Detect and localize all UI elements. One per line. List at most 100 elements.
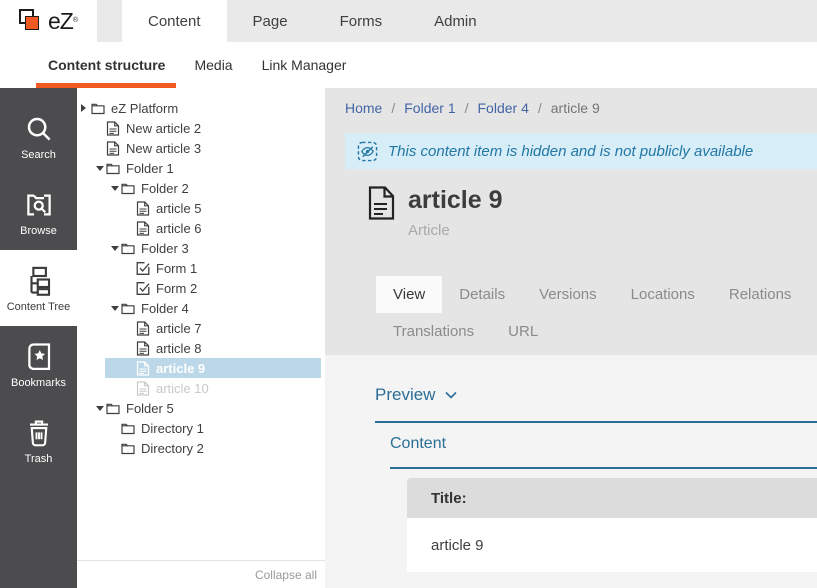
tree-item-label: eZ Platform [111, 101, 178, 116]
top-tab-admin[interactable]: Admin [408, 0, 503, 42]
folder-icon [121, 420, 136, 436]
tree-item-folder-3[interactable]: Folder 3 [77, 238, 325, 258]
tree-item-article-7[interactable]: article 7 [77, 318, 325, 338]
caret-expanded-icon[interactable] [111, 306, 120, 311]
caret-expanded-icon[interactable] [96, 406, 105, 411]
tree-item-label: Form 1 [156, 261, 197, 276]
top-tab-forms[interactable]: Forms [314, 0, 409, 42]
tree-item-label: Directory 1 [141, 421, 204, 436]
folder-icon [121, 240, 136, 256]
bookmarks-icon [22, 340, 56, 374]
caret-expanded-icon[interactable] [111, 186, 120, 191]
sub-nav: Content structure Media Link Manager [0, 42, 817, 88]
subnav-tab-media[interactable]: Media [194, 42, 232, 88]
ez-logo-text: eZ [48, 8, 73, 35]
tab-details[interactable]: Details [442, 276, 522, 313]
tree-item-label: article 5 [156, 201, 202, 216]
article-icon [136, 200, 151, 216]
content-tree-panel: eZ Platform New article 2 New article 3 Fol… [77, 88, 325, 588]
breadcrumb-separator: / [538, 100, 542, 116]
tree-item-directory-1[interactable]: Directory 1 [77, 418, 325, 438]
sidebar-item-label: Search [21, 149, 56, 161]
tree-item-label: New article 2 [126, 121, 201, 136]
tree-item-directory-2[interactable]: Directory 2 [77, 438, 325, 458]
tree-item-form-2[interactable]: Form 2 [77, 278, 325, 298]
tree-item-label: article 9 [156, 361, 205, 376]
field-table: Title:article 9 [407, 478, 817, 572]
tree-item-label: Folder 4 [141, 301, 189, 316]
breadcrumb-folder-4[interactable]: Folder 4 [478, 100, 529, 116]
tree-item-label: Form 2 [156, 281, 197, 296]
folder-icon [121, 180, 136, 196]
tree-item-label: article 7 [156, 321, 202, 336]
preview-collapsible-header[interactable]: Preview [375, 385, 457, 405]
tree-item-article-6[interactable]: article 6 [77, 218, 325, 238]
tree-item-new-article-2[interactable]: New article 2 [77, 118, 325, 138]
preview-divider [375, 421, 817, 423]
tree-item-article-8[interactable]: article 8 [77, 338, 325, 358]
form-icon [136, 280, 151, 296]
tree-item-label: New article 3 [126, 141, 201, 156]
tab-relations[interactable]: Relations [712, 276, 809, 313]
sidebar-item-trash[interactable]: Trash [0, 402, 77, 478]
registered-mark: ® [73, 16, 78, 26]
breadcrumb-home[interactable]: Home [345, 100, 382, 116]
sidebar-item-content-tree[interactable]: Content Tree [0, 250, 77, 326]
tree-item-label: Directory 2 [141, 441, 204, 456]
title-block: article 9 Article [368, 186, 503, 239]
tree-item-folder-4[interactable]: Folder 4 [77, 298, 325, 318]
folder-icon [121, 300, 136, 316]
breadcrumb: Home/Folder 1/Folder 4/article 9 [345, 100, 600, 116]
sidebar-item-label: Bookmarks [11, 377, 66, 389]
caret-expanded-icon[interactable] [111, 246, 120, 251]
tree-item-label: Folder 5 [126, 401, 174, 416]
tree-item-article-5[interactable]: article 5 [77, 198, 325, 218]
top-bar: eZ ® ContentPageFormsAdmin [0, 0, 817, 42]
tab-view[interactable]: View [376, 276, 442, 313]
tree-item-form-1[interactable]: Form 1 [77, 258, 325, 278]
caret-collapsed-icon[interactable] [81, 104, 90, 112]
tree-item-article-10[interactable]: article 10 [77, 378, 325, 398]
article-type-icon [368, 186, 395, 220]
trash-icon [22, 416, 56, 450]
sidebar-item-label: Browse [20, 225, 57, 237]
left-sidebar: Search Browse Content Tree Bookmarks Trash [0, 88, 77, 588]
top-nav-tabs: ContentPageFormsAdmin [122, 0, 503, 42]
subnav-tab-content-structure[interactable]: Content structure [48, 42, 165, 88]
hidden-eye-icon [357, 141, 378, 162]
folder-icon [121, 440, 136, 456]
sidebar-item-label: Content Tree [7, 301, 71, 313]
sidebar-item-label: Trash [25, 453, 53, 465]
tree-item-folder-2[interactable]: Folder 2 [77, 178, 325, 198]
sidebar-item-search[interactable]: Search [0, 98, 77, 174]
tree-item-new-article-3[interactable]: New article 3 [77, 138, 325, 158]
field-name: Title: [407, 478, 817, 518]
tab-translations[interactable]: Translations [376, 313, 491, 350]
tree-item-folder-5[interactable]: Folder 5 [77, 398, 325, 418]
tree-item-folder-1[interactable]: Folder 1 [77, 158, 325, 178]
subnav-tab-link-manager[interactable]: Link Manager [262, 42, 347, 88]
content-tabs: ViewDetailsVersionsLocationsRelations Tra… [376, 276, 817, 350]
tab-locations[interactable]: Locations [614, 276, 712, 313]
tree-item-label: article 8 [156, 341, 202, 356]
sidebar-item-bookmarks[interactable]: Bookmarks [0, 326, 77, 402]
collapse-all-button[interactable]: Collapse all [255, 568, 317, 582]
article-icon [106, 140, 121, 156]
top-tab-content[interactable]: Content [122, 0, 227, 42]
tree-item-ez-platform[interactable]: eZ Platform [77, 98, 325, 118]
page-title: article 9 [408, 186, 503, 215]
top-tab-page[interactable]: Page [227, 0, 314, 42]
tab-url[interactable]: URL [491, 313, 555, 350]
tree-item-article-9[interactable]: article 9 [77, 358, 325, 378]
article-icon [136, 320, 151, 336]
tree-footer: Collapse all [77, 560, 325, 588]
folder-icon [106, 160, 121, 176]
article-icon [136, 380, 151, 396]
caret-expanded-icon[interactable] [96, 166, 105, 171]
sidebar-item-browse[interactable]: Browse [0, 174, 77, 250]
browse-icon [22, 188, 56, 222]
tab-versions[interactable]: Versions [522, 276, 614, 313]
breadcrumb-folder-1[interactable]: Folder 1 [404, 100, 455, 116]
ez-logo[interactable]: eZ ® [0, 0, 97, 42]
hidden-content-alert: This content item is hidden and is not p… [345, 133, 817, 169]
